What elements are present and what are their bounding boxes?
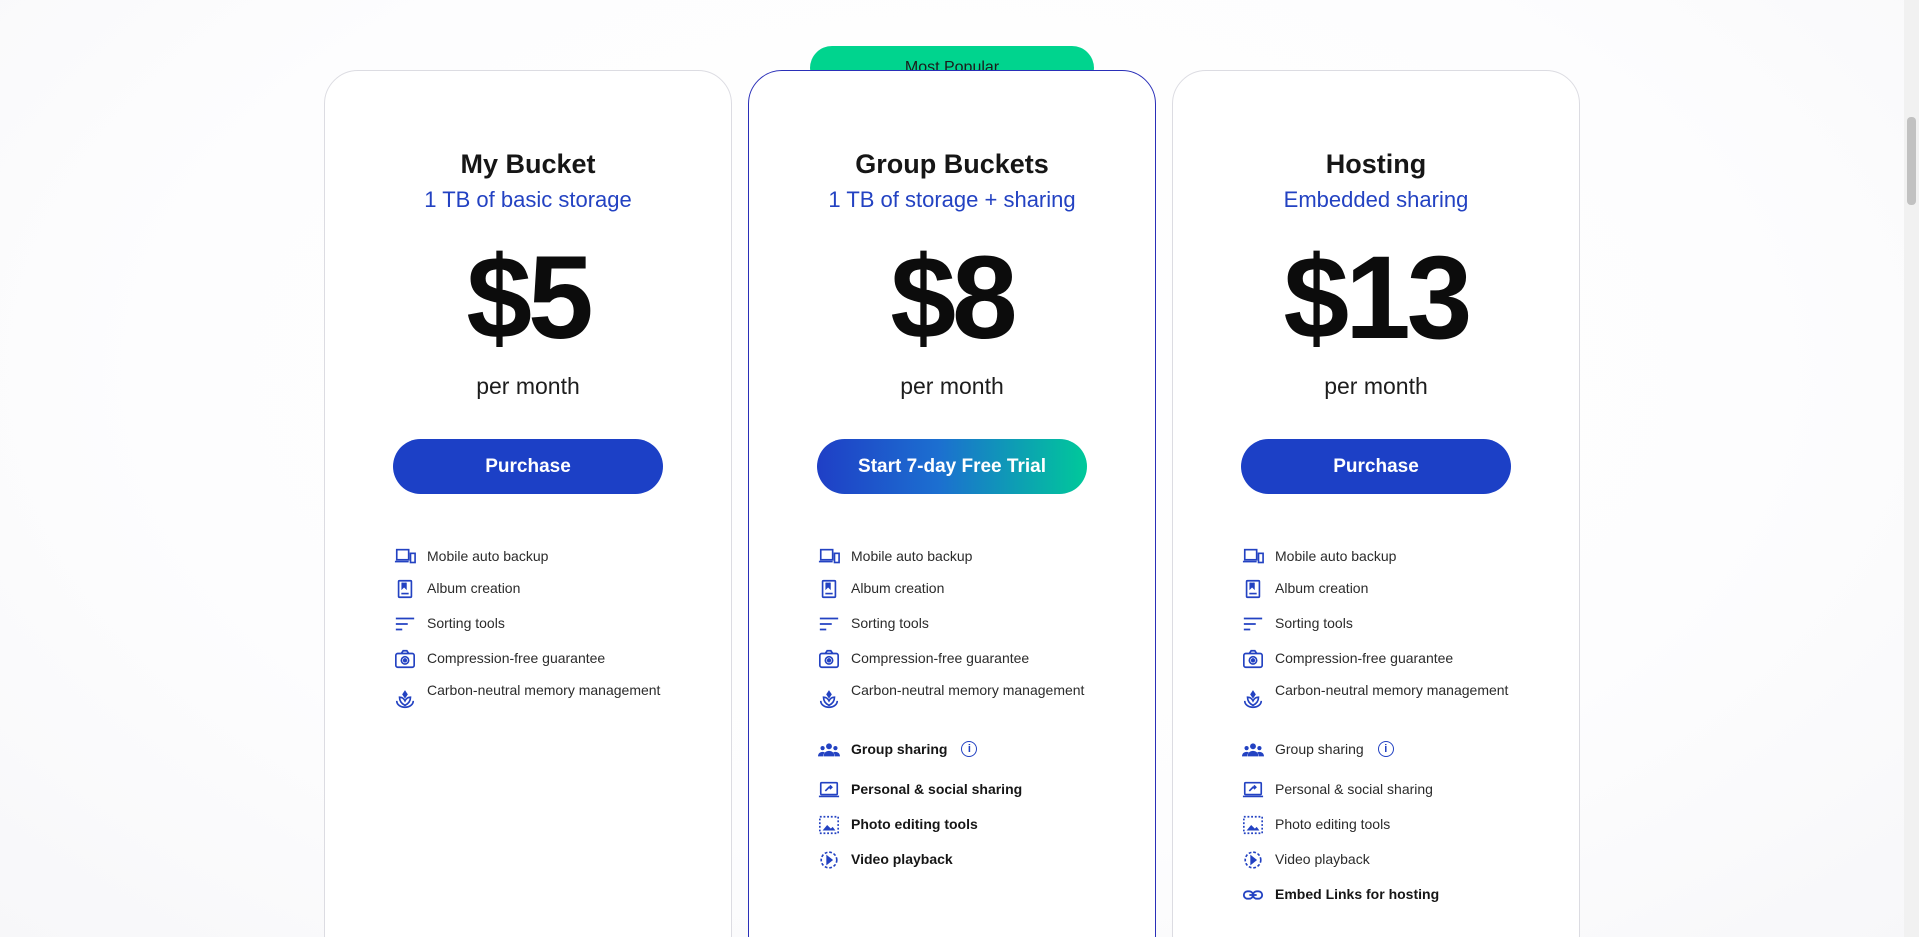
feature-item: Album creation xyxy=(393,578,713,600)
play-icon xyxy=(1241,849,1265,871)
plan-price: $8 xyxy=(890,232,1017,364)
feature-item: Carbon-neutral memory management xyxy=(393,680,713,710)
feature-item: Carbon-neutral memory management xyxy=(1241,680,1561,710)
leaf-icon xyxy=(817,688,841,710)
feature-label: Album creation xyxy=(427,580,521,596)
plan-period: per month xyxy=(1324,373,1428,399)
feature-item: Group sharing i xyxy=(817,739,1137,761)
sort-icon xyxy=(817,613,841,635)
feature-item: Video playback xyxy=(1241,849,1561,871)
plan-subtitle: 1 TB of basic storage xyxy=(424,187,632,212)
plan-title: My Bucket xyxy=(460,149,596,179)
share-screen-icon xyxy=(1241,779,1265,801)
link-icon xyxy=(1241,884,1265,906)
devices-icon xyxy=(393,546,417,568)
feature-label: Carbon-neutral memory management xyxy=(427,682,661,698)
feature-item: Personal & social sharing xyxy=(817,779,1137,801)
plan-card-my-bucket: My Bucket 1 TB of basic storage $5 per m… xyxy=(324,70,732,937)
info-icon[interactable]: i xyxy=(961,741,978,757)
plan-subtitle: Embedded sharing xyxy=(1283,187,1469,212)
feature-label: Mobile auto backup xyxy=(851,548,973,564)
album-icon xyxy=(1241,578,1265,600)
feature-label: Personal & social sharing xyxy=(851,781,1023,797)
scrollbar-thumb[interactable] xyxy=(1907,117,1916,205)
feature-item: Sorting tools xyxy=(393,613,713,635)
feature-label: Group sharing xyxy=(1275,741,1364,757)
feature-item: Compression-free guarantee xyxy=(817,648,1137,670)
feature-item: Album creation xyxy=(817,578,1137,600)
plan-period: per month xyxy=(900,373,1004,399)
feature-label: Compression-free guarantee xyxy=(427,650,606,666)
camera-icon xyxy=(817,648,841,670)
feature-item: Mobile auto backup xyxy=(393,546,713,568)
plan-price: $5 xyxy=(466,232,593,364)
feature-label: Mobile auto backup xyxy=(1275,548,1397,564)
feature-label: Mobile auto backup xyxy=(427,548,549,564)
feature-label: Sorting tools xyxy=(427,615,505,631)
album-icon xyxy=(817,578,841,600)
share-screen-icon xyxy=(817,779,841,801)
feature-item: Mobile auto backup xyxy=(1241,546,1561,568)
feature-item: Mobile auto backup xyxy=(817,546,1137,568)
start-trial-button[interactable]: Start 7-day Free Trial xyxy=(817,439,1087,494)
feature-item: Sorting tools xyxy=(817,613,1137,635)
plan-card-group-buckets: Group Buckets 1 TB of storage + sharing … xyxy=(748,70,1156,937)
plan-price: $13 xyxy=(1283,232,1473,364)
feature-item: Album creation xyxy=(1241,578,1561,600)
feature-label: Video playback xyxy=(1275,851,1370,867)
feature-item: Group sharing i xyxy=(1241,739,1561,761)
sort-icon xyxy=(393,613,417,635)
group-icon xyxy=(1241,739,1265,761)
photo-edit-icon xyxy=(1241,814,1265,836)
feature-item: Compression-free guarantee xyxy=(393,648,713,670)
photo-edit-icon xyxy=(817,814,841,836)
feature-item: Photo editing tools xyxy=(817,814,1137,836)
feature-label: Embed Links for hosting xyxy=(1275,886,1440,902)
feature-item: Personal & social sharing xyxy=(1241,779,1561,801)
devices-icon xyxy=(817,546,841,568)
feature-label: Group sharing xyxy=(851,741,948,757)
plan-title: Hosting xyxy=(1325,149,1427,179)
leaf-icon xyxy=(1241,688,1265,710)
feature-label: Sorting tools xyxy=(1275,615,1353,631)
feature-item: Video playback xyxy=(817,849,1137,871)
play-icon xyxy=(817,849,841,871)
feature-item: Carbon-neutral memory management xyxy=(817,680,1137,710)
feature-label: Photo editing tools xyxy=(851,816,978,832)
info-icon[interactable]: i xyxy=(1377,741,1394,757)
plan-card-hosting: Hosting Embedded sharing $13 per month P… xyxy=(1172,70,1580,937)
feature-item: Compression-free guarantee xyxy=(1241,648,1561,670)
feature-label: Compression-free guarantee xyxy=(1275,650,1454,666)
purchase-button[interactable]: Purchase xyxy=(1241,439,1511,494)
feature-label: Album creation xyxy=(1275,580,1369,596)
feature-label: Carbon-neutral memory management xyxy=(851,682,1085,698)
feature-label: Personal & social sharing xyxy=(1275,781,1433,797)
feature-item: Photo editing tools xyxy=(1241,814,1561,836)
group-icon xyxy=(817,739,841,761)
feature-label: Album creation xyxy=(851,580,945,596)
leaf-icon xyxy=(393,688,417,710)
plan-title: Group Buckets xyxy=(855,149,1049,179)
feature-label: Photo editing tools xyxy=(1275,816,1391,832)
scrollbar[interactable] xyxy=(1904,0,1919,937)
album-icon xyxy=(393,578,417,600)
feature-label: Compression-free guarantee xyxy=(851,650,1030,666)
feature-item: Sorting tools xyxy=(1241,613,1561,635)
feature-item: Embed Links for hosting xyxy=(1241,884,1561,906)
feature-label: Video playback xyxy=(851,851,953,867)
camera-icon xyxy=(1241,648,1265,670)
sort-icon xyxy=(1241,613,1265,635)
feature-label: Carbon-neutral memory management xyxy=(1275,682,1509,698)
plan-period: per month xyxy=(476,373,580,399)
devices-icon xyxy=(1241,546,1265,568)
purchase-button[interactable]: Purchase xyxy=(393,439,663,494)
camera-icon xyxy=(393,648,417,670)
feature-label: Sorting tools xyxy=(851,615,929,631)
plan-subtitle: 1 TB of storage + sharing xyxy=(828,187,1076,212)
